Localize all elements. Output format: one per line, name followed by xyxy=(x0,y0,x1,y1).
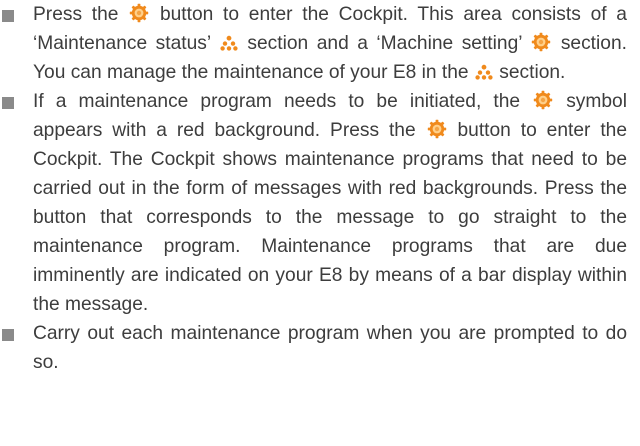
item-text: If a maintenance program needs to be ini… xyxy=(33,91,521,112)
gear-icon xyxy=(130,3,149,23)
item-text: Press the xyxy=(33,4,119,25)
instruction-list: Press the button to enter the Cockpit. T… xyxy=(0,0,640,377)
item-text: section. xyxy=(499,62,566,83)
gear-icon xyxy=(533,90,553,110)
item-text: button to enter the Cockpit. The Cockpit… xyxy=(33,120,627,315)
item-text: Carry out each maintenance program when … xyxy=(33,323,627,373)
gear-icon xyxy=(532,32,551,52)
list-item: If a maintenance program needs to be ini… xyxy=(0,87,627,319)
bullet-square xyxy=(2,10,14,22)
gear-icon xyxy=(427,119,446,139)
bullet-square xyxy=(2,329,14,341)
warning-icon xyxy=(475,64,493,80)
list-item: Carry out each maintenance program when … xyxy=(0,319,627,377)
document-page: Press the button to enter the Cockpit. T… xyxy=(0,0,640,446)
warning-icon xyxy=(220,35,238,51)
list-item: Press the button to enter the Cockpit. T… xyxy=(0,0,627,87)
item-text: section and a ‘Machine setting’ xyxy=(247,33,522,54)
bullet-square xyxy=(2,97,14,109)
